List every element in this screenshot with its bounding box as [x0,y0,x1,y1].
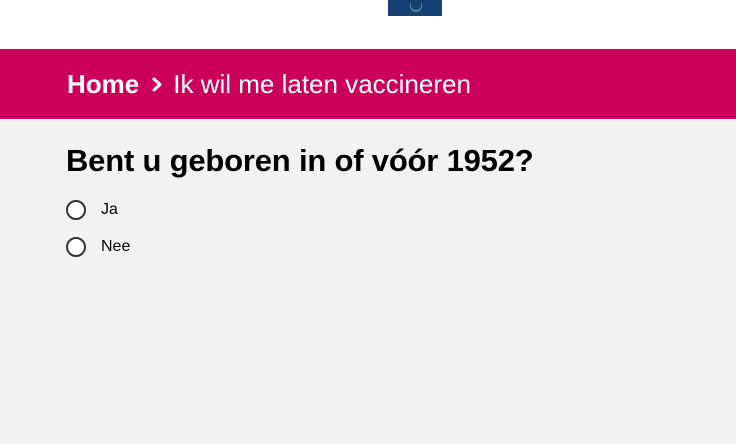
option-nee[interactable]: Nee [66,228,706,265]
main-content: Bent u geboren in of vóór 1952? Ja Nee [66,119,706,265]
radio-group: Ja Nee [66,191,706,265]
option-label-nee: Nee [101,237,131,255]
rijksoverheid-logo-icon[interactable] [388,0,442,16]
chevron-right-icon [152,77,162,92]
option-ja[interactable]: Ja [66,191,706,228]
breadcrumb: Home Ik wil me laten vaccineren [67,49,471,119]
option-label-ja: Ja [101,200,118,218]
question-title: Bent u geboren in of vóór 1952? [66,143,534,178]
radio-nee[interactable] [66,236,86,257]
breadcrumb-home-link[interactable]: Home [67,69,139,100]
radio-ja[interactable] [66,199,86,220]
breadcrumb-current: Ik wil me laten vaccineren [173,68,471,99]
breadcrumb-bar: Home Ik wil me laten vaccineren [0,49,736,119]
top-header [0,0,736,49]
